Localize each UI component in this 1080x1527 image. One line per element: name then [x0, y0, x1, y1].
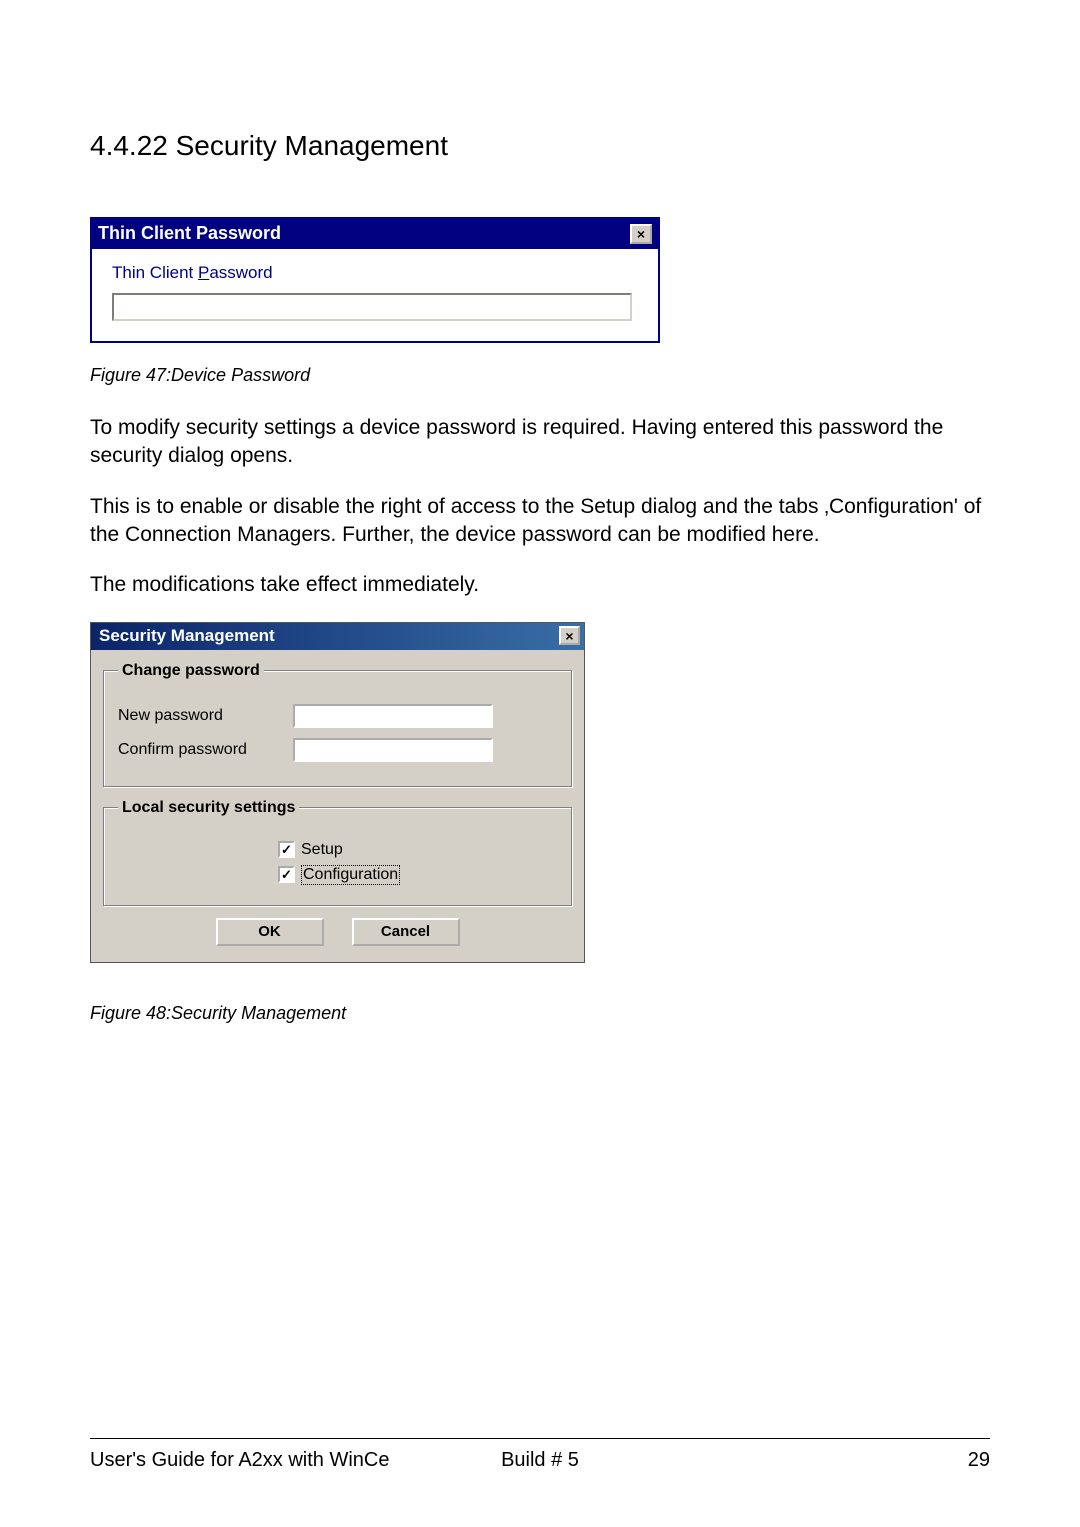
dialog-button-row: OK Cancel — [103, 918, 572, 946]
figure-48-caption: Figure 48:Security Management — [90, 1003, 990, 1024]
dialog-title: Security Management — [99, 626, 275, 646]
password-input[interactable] — [112, 293, 632, 321]
figure-47-caption: Figure 47:Device Password — [90, 365, 990, 386]
footer-left: User's Guide for A2xx with WinCe — [90, 1449, 389, 1472]
dialog-body: Thin Client Password — [92, 249, 658, 341]
confirm-password-label: Confirm password — [118, 741, 293, 759]
new-password-label: New password — [118, 707, 293, 725]
label-suffix: assword — [209, 263, 272, 282]
configuration-checkbox-label: Configuration — [301, 865, 400, 885]
ok-button[interactable]: OK — [216, 918, 324, 946]
thin-client-password-dialog: Thin Client Password × Thin Client Passw… — [90, 217, 660, 343]
confirm-password-row: Confirm password — [118, 738, 557, 762]
dialog-titlebar: Thin Client Password × — [92, 219, 658, 249]
new-password-input[interactable] — [293, 704, 493, 728]
footer-center: Build # 5 — [501, 1449, 579, 1472]
footer-divider — [90, 1438, 990, 1439]
local-security-settings-legend: Local security settings — [118, 799, 299, 817]
setup-checkbox-label: Setup — [301, 841, 343, 859]
footer-right: 29 — [968, 1449, 990, 1472]
local-security-settings-group: Local security settings ✓ Setup ✓ Config… — [103, 799, 572, 906]
configuration-checkbox[interactable]: ✓ — [278, 866, 295, 883]
confirm-password-input[interactable] — [293, 738, 493, 762]
setup-checkbox-row: ✓ Setup — [118, 841, 557, 859]
change-password-group: Change password New password Confirm pas… — [103, 662, 572, 787]
close-button[interactable]: × — [630, 224, 652, 244]
dialog-title: Thin Client Password — [98, 223, 281, 244]
cancel-button[interactable]: Cancel — [352, 918, 460, 946]
label-prefix: Thin Client — [112, 263, 198, 282]
password-label: Thin Client Password — [112, 263, 638, 283]
close-button[interactable]: × — [559, 626, 580, 645]
body-paragraph-3: The modifications take effect immediatel… — [90, 571, 990, 599]
section-heading: 4.4.22 Security Management — [90, 130, 990, 162]
security-management-dialog: Security Management × Change password Ne… — [90, 622, 585, 963]
configuration-checkbox-row: ✓ Configuration — [118, 865, 557, 885]
body-paragraph-2: This is to enable or disable the right o… — [90, 493, 990, 550]
dialog-body: Change password New password Confirm pas… — [91, 650, 584, 962]
page-footer: User's Guide for A2xx with WinCe Build #… — [90, 1438, 990, 1472]
dialog-titlebar: Security Management × — [91, 623, 584, 650]
change-password-legend: Change password — [118, 662, 264, 680]
setup-checkbox[interactable]: ✓ — [278, 841, 295, 858]
new-password-row: New password — [118, 704, 557, 728]
footer-line: User's Guide for A2xx with WinCe Build #… — [90, 1449, 990, 1472]
body-paragraph-1: To modify security settings a device pas… — [90, 414, 990, 471]
label-accelerator: P — [198, 263, 209, 282]
